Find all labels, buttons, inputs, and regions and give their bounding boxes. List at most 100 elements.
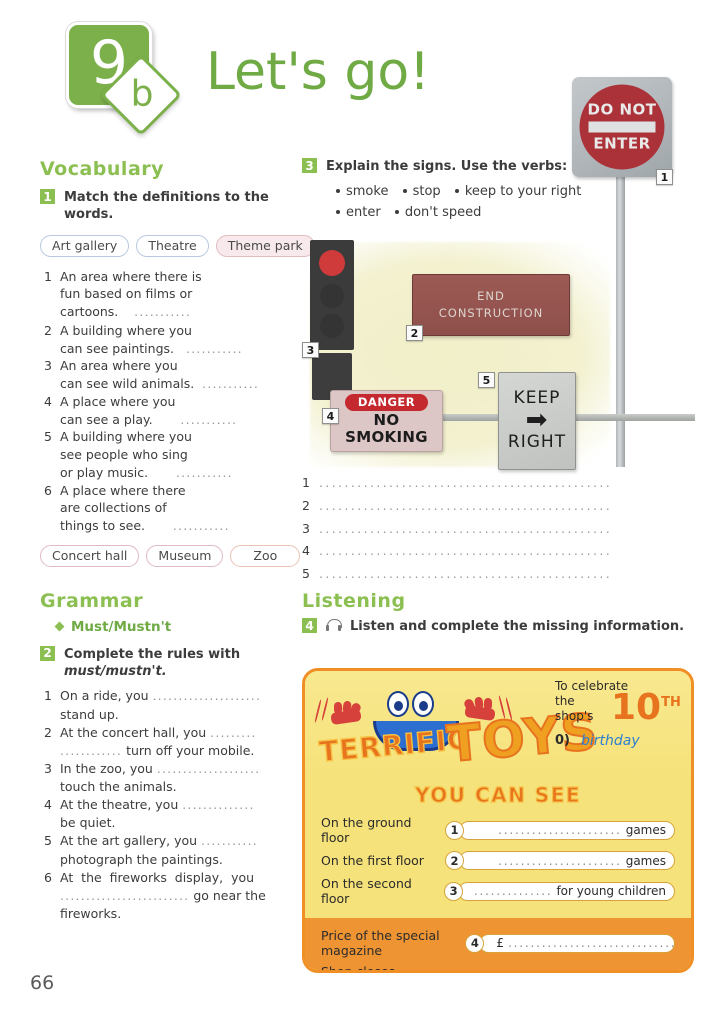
gap-number-1: 1 bbox=[445, 820, 464, 840]
item-number: 4 bbox=[44, 393, 52, 409]
answer-number: 2 bbox=[302, 497, 310, 513]
vocabulary-chips-bottom: Concert hall Museum Zoo bbox=[40, 544, 302, 567]
poster-subheading: YOU CAN SEE bbox=[414, 782, 582, 807]
example-number: 0) bbox=[555, 733, 570, 748]
gap-number-4: 4 bbox=[465, 933, 485, 953]
hand-left-icon bbox=[330, 700, 365, 731]
list-item: 4 At the theatre, you .............. be q… bbox=[40, 796, 302, 832]
row-label: Price of the special magazine bbox=[321, 928, 440, 958]
item-text: A place where there are collections of thi… bbox=[60, 482, 230, 534]
gap-suffix: games bbox=[625, 823, 666, 837]
item-number: 6 bbox=[44, 482, 52, 498]
exercise-3-answer-lines: 1 ......................................… bbox=[302, 472, 612, 586]
item-text: An area where you can see wild animals. .… bbox=[60, 358, 260, 392]
headphones-icon bbox=[326, 619, 342, 632]
poster-row: On the ground floor 1 ..................… bbox=[321, 815, 675, 845]
poster-rows-top: On the ground floor 1 ..................… bbox=[305, 807, 691, 918]
word-chip-concert-hall[interactable]: Concert hall bbox=[40, 544, 140, 567]
sign-badge-4: 4 bbox=[322, 408, 339, 424]
sign-end-construction: END CONSTRUCTION bbox=[412, 274, 570, 336]
do-not-enter-line2: ENTER bbox=[593, 134, 651, 153]
answer-input-line[interactable]: ........................................… bbox=[319, 518, 612, 541]
gap-number-2: 2 bbox=[445, 851, 464, 870]
gap-dots: ........................................… bbox=[434, 972, 675, 973]
item-text: At the art gallery, you ........... photo… bbox=[60, 833, 258, 867]
vocabulary-definitions-list: 1 An area where there is fun based on fil… bbox=[40, 268, 302, 535]
traffic-light-housing bbox=[310, 240, 354, 350]
grammar-heading: Grammar bbox=[40, 589, 144, 612]
sign-keep-right: KEEP ➡ RIGHT bbox=[498, 372, 576, 470]
poster-row: On the second floor 3 .............. for… bbox=[321, 876, 675, 906]
sign-pole bbox=[616, 177, 625, 467]
answer-input-line[interactable]: ........................................… bbox=[319, 495, 612, 518]
tenth-suffix: TH bbox=[661, 695, 681, 710]
gap-field-2[interactable]: ...................... games bbox=[459, 851, 675, 870]
poster-row: Shop closes at 5 .......................… bbox=[321, 964, 675, 973]
item-number: 5 bbox=[44, 429, 52, 445]
item-number: 4 bbox=[44, 797, 52, 813]
do-not-enter-plate: DO NOT ENTER bbox=[572, 77, 672, 177]
answer-line: 4 ......................................… bbox=[302, 540, 612, 563]
item-number: 6 bbox=[44, 869, 52, 885]
item-number: 3 bbox=[44, 760, 52, 776]
gap-field-1[interactable]: ...................... games bbox=[459, 820, 675, 840]
word-chip-art-gallery[interactable]: Art gallery bbox=[40, 234, 130, 257]
diamond-icon bbox=[54, 621, 65, 632]
tenth-number: 10 bbox=[611, 687, 662, 728]
item-text: In the zoo, you .................... touc… bbox=[60, 760, 261, 794]
gap-field-4[interactable]: £ ...................................... bbox=[479, 933, 675, 953]
do-not-enter-line1: DO NOT bbox=[587, 100, 657, 119]
word-chip-theme-park[interactable]: Theme park bbox=[215, 234, 315, 257]
exercise-2-instruction-bold: Complete the rules with bbox=[64, 646, 241, 662]
item-text: A building where you see people who sing o… bbox=[60, 429, 233, 480]
bullet-icon bbox=[336, 188, 340, 193]
exercise-2-instruction-italic: must/mustn't. bbox=[64, 664, 167, 680]
item-number: 2 bbox=[44, 724, 52, 740]
grammar-bullet-row: Must/Mustn't bbox=[40, 619, 302, 635]
bullet-icon bbox=[394, 209, 399, 214]
answer-input-line[interactable]: ........................................… bbox=[319, 540, 612, 563]
row-label: Shop closes at bbox=[321, 964, 396, 973]
grammar-rules-list: 1 On a ride, you ..................... st… bbox=[40, 687, 302, 923]
textbook-page: 9 b Let's go! Vocabulary 1 Match the def… bbox=[0, 0, 712, 1024]
gap-field-3[interactable]: .............. for young children bbox=[458, 881, 675, 901]
gap-dots: ...................... bbox=[498, 823, 622, 837]
answer-input-line[interactable]: ........................................… bbox=[319, 563, 612, 586]
answer-input-line[interactable]: ........................................… bbox=[319, 472, 612, 495]
word-chip-museum[interactable]: Museum bbox=[146, 544, 224, 567]
answer-number: 5 bbox=[302, 566, 310, 581]
exercise-1-instruction: Match the definitions to the words. bbox=[64, 190, 269, 223]
verb-enter: enter bbox=[346, 205, 381, 221]
word-chip-theatre[interactable]: Theatre bbox=[136, 234, 209, 257]
exercise-3-instruction: Explain the signs. Use the verbs: bbox=[326, 159, 568, 174]
gap-suffix: games bbox=[625, 853, 666, 868]
listening-heading: Listening bbox=[302, 590, 406, 612]
list-item: 1 On a ride, you ..................... st… bbox=[40, 687, 302, 723]
vocabulary-heading: Vocabulary bbox=[40, 158, 165, 180]
do-not-enter-circle: DO NOT ENTER bbox=[579, 84, 665, 170]
poster-header: TERRIFIC TOYS To celebrate the shop's 10… bbox=[305, 671, 691, 781]
gap-dots: ...................................... bbox=[508, 936, 674, 950]
exercise-2-number: 2 bbox=[40, 645, 55, 661]
poster-rows-bottom: Price of the special magazine 4 £ ......… bbox=[305, 918, 691, 973]
item-number: 5 bbox=[44, 833, 52, 849]
answer-line: 5 ......................................… bbox=[302, 563, 612, 586]
exercise-2-instruction-row: 2 Complete the rules with must/mustn't. bbox=[40, 645, 302, 681]
item-number: 1 bbox=[44, 688, 52, 704]
row-label: On the second floor bbox=[321, 876, 412, 906]
gap-prefix: £ bbox=[496, 936, 505, 950]
list-item: 4 A place where you can see a play. .....… bbox=[40, 393, 302, 429]
answer-line: 1 ......................................… bbox=[302, 472, 612, 495]
gap-number-5: 5 bbox=[403, 969, 423, 970]
eye-right-icon bbox=[412, 691, 434, 717]
sign-badge-3: 3 bbox=[302, 342, 319, 358]
gap-dots: ...................... bbox=[498, 853, 622, 868]
list-item: 6 At the fireworks display, you.........… bbox=[40, 869, 302, 923]
gap-field-5[interactable]: ........................................… bbox=[417, 969, 675, 973]
poster-row: Price of the special magazine 4 £ ......… bbox=[321, 928, 675, 958]
word-chip-zoo[interactable]: Zoo bbox=[230, 544, 301, 567]
item-text: A place where you can see a play. .......… bbox=[60, 393, 238, 427]
motion-line-icon bbox=[314, 699, 322, 723]
verb-stop: stop bbox=[412, 184, 441, 200]
answer-number: 3 bbox=[302, 520, 310, 536]
